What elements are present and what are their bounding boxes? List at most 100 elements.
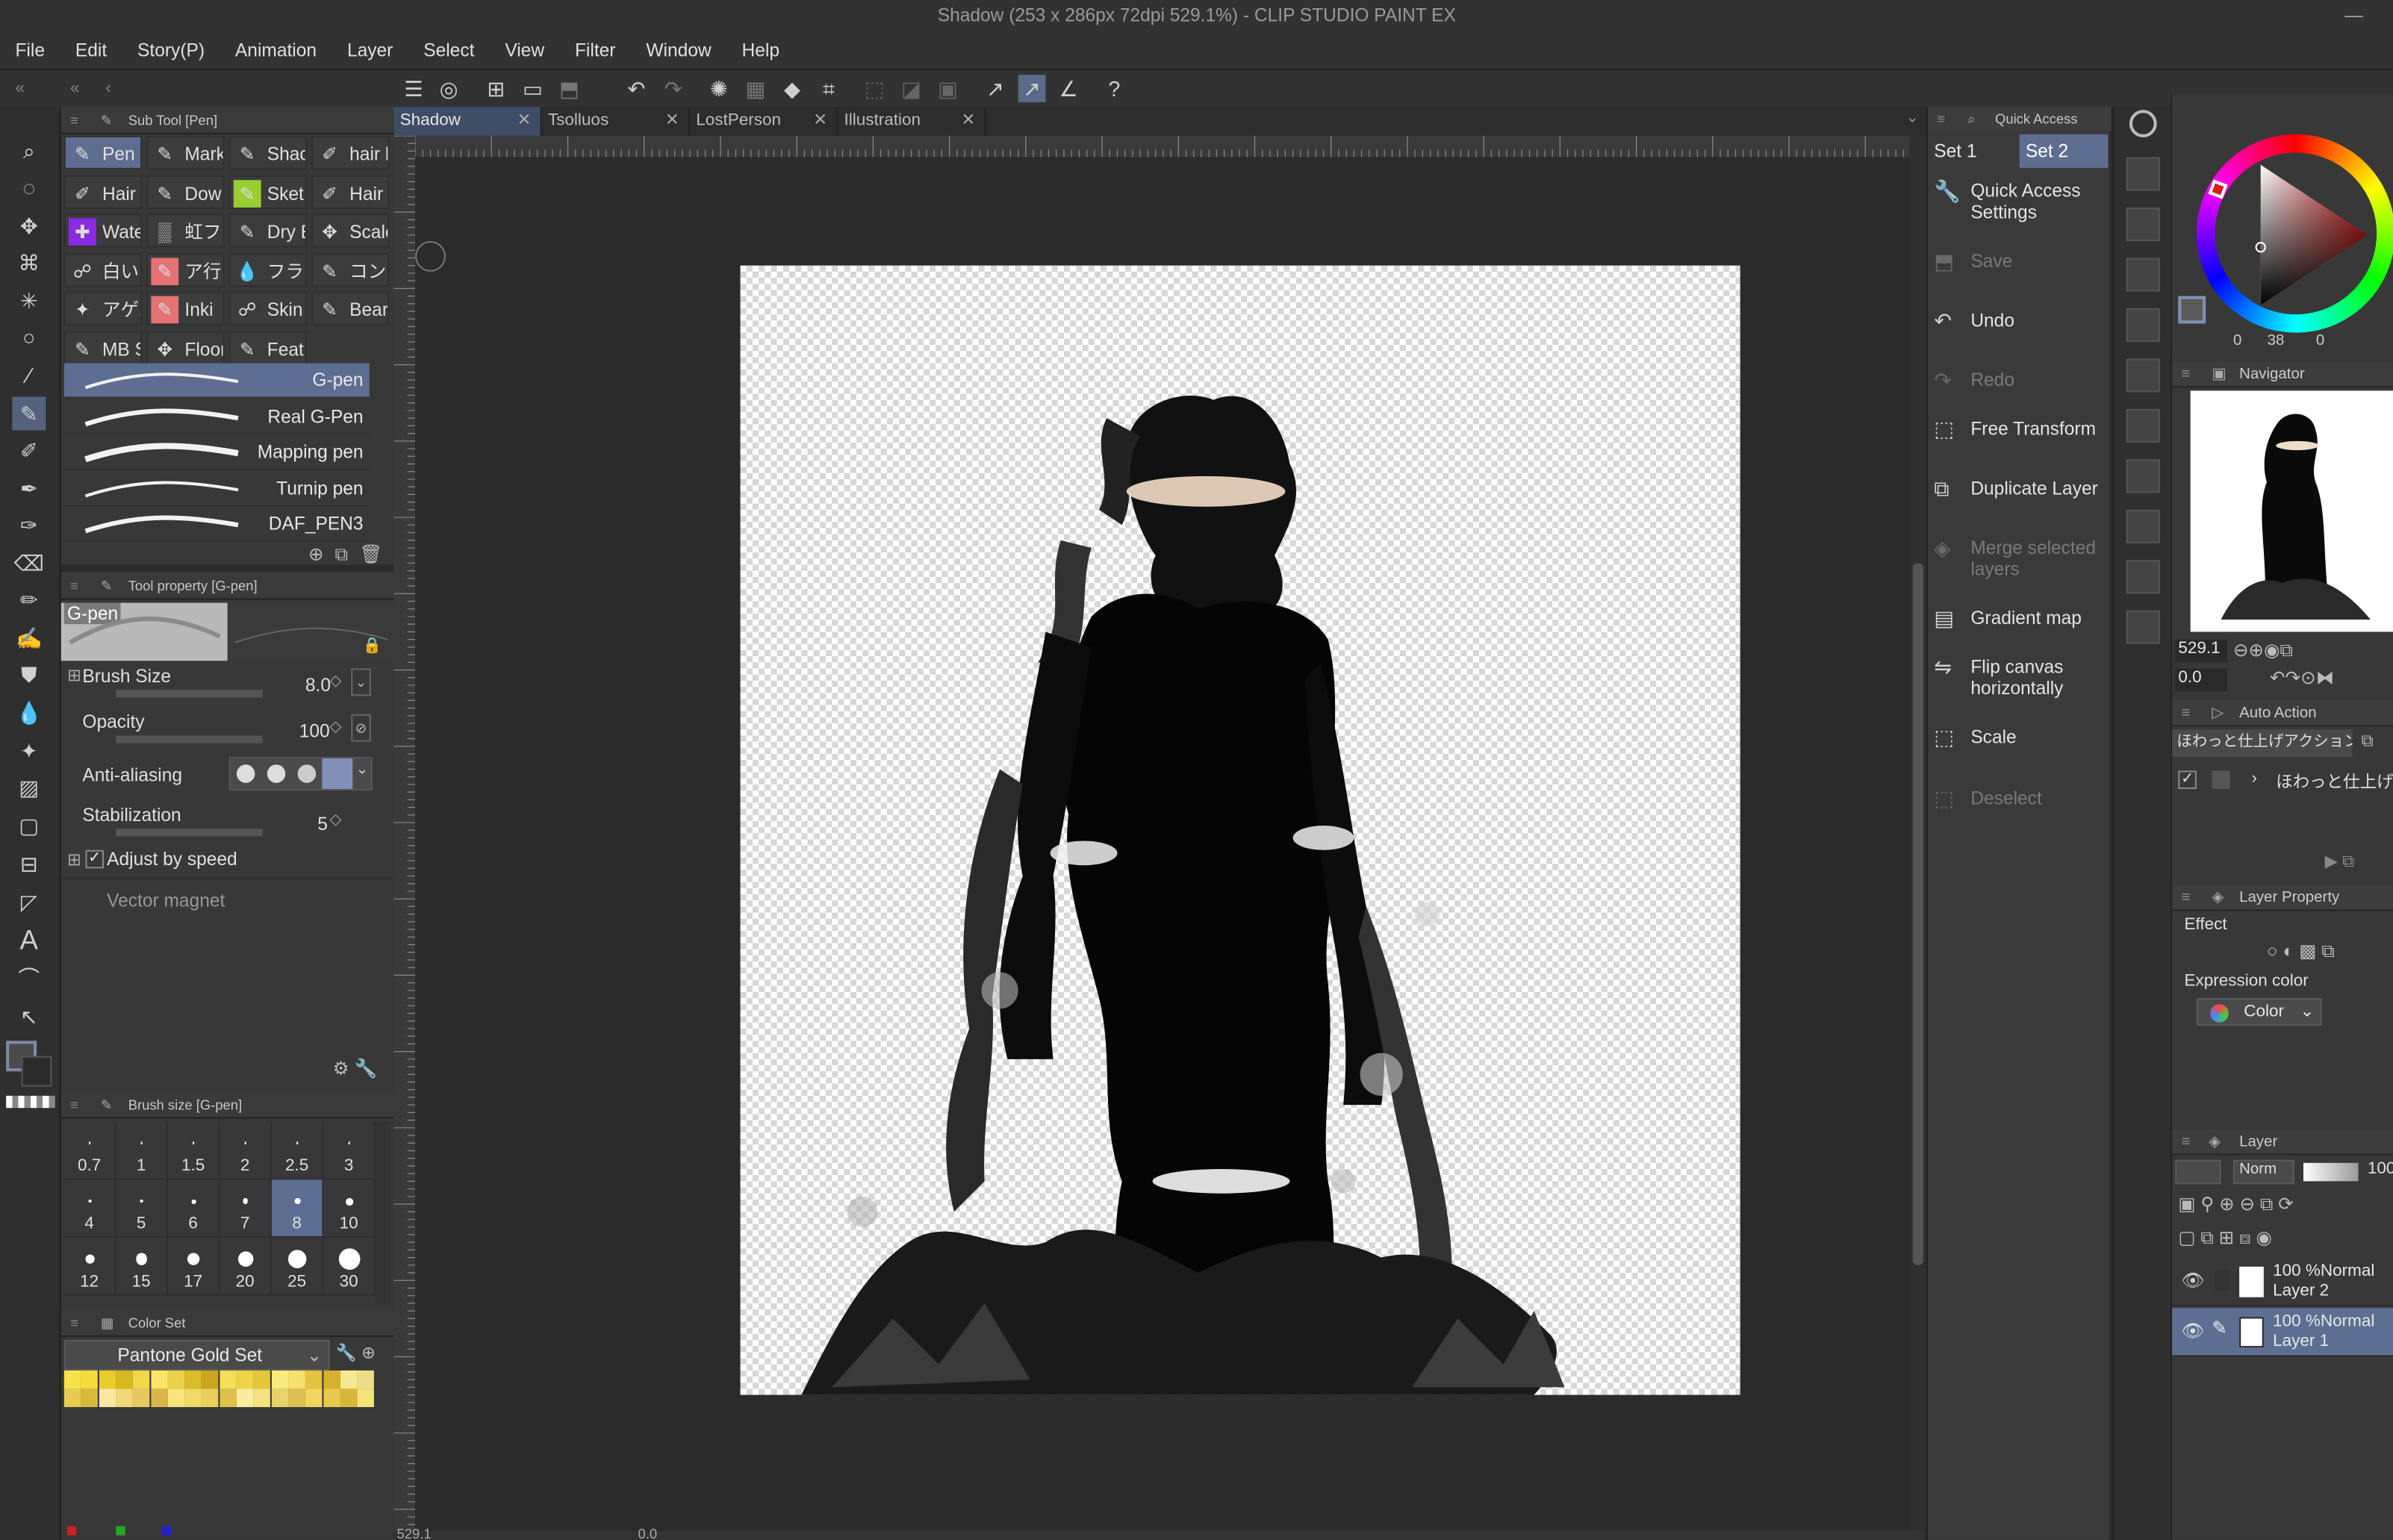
collapse-left-icon[interactable]: « <box>6 75 34 102</box>
quick-access-item[interactable]: ⬚ Free Transform <box>1934 418 2105 440</box>
brush-item[interactable]: Real G-Pen <box>63 399 370 434</box>
magic-wand-icon[interactable]: ✳ <box>12 284 46 317</box>
value-value[interactable]: 38 <box>2268 333 2285 349</box>
nav-rotation-field[interactable]: 0.0 <box>2175 668 2227 692</box>
color-swatch[interactable] <box>202 1388 220 1407</box>
collapse-icon[interactable]: « <box>61 75 89 102</box>
color-swatch[interactable] <box>184 1388 202 1407</box>
panel-menu-icon[interactable]: ≡ <box>2181 700 2190 726</box>
color-swatch[interactable] <box>253 1370 271 1389</box>
minimize-icon[interactable]: — <box>2344 0 2363 32</box>
color-set-tools-icon[interactable]: 🔧 ⊕ <box>336 1343 376 1363</box>
redo-icon[interactable]: ↷ <box>659 75 687 102</box>
color-swatch[interactable] <box>63 1370 81 1389</box>
quick-access-item[interactable]: ↶ Undo <box>1934 310 2105 331</box>
brush-item[interactable]: Turnip pen <box>63 471 370 506</box>
panel-menu-icon[interactable]: ≡ <box>1937 107 1945 131</box>
canvas-paper[interactable] <box>740 265 1740 1395</box>
sub-tool-group-9[interactable]: ✚ Wate <box>63 213 143 248</box>
layer-color-dropdown[interactable] <box>2175 1159 2221 1185</box>
close-icon[interactable]: ✕ <box>517 107 532 136</box>
color-swatch[interactable] <box>116 1388 133 1407</box>
play-action-icon[interactable]: ▶ ⧉ <box>2325 852 2355 873</box>
color-swatch[interactable] <box>133 1388 150 1407</box>
lasso-fill-icon[interactable]: ⌘ <box>12 246 46 279</box>
close-icon[interactable]: ✕ <box>813 107 827 136</box>
brush-size-cell[interactable]: 12 <box>63 1238 116 1296</box>
ruler-tool-icon[interactable]: ◸ <box>12 885 46 919</box>
status-angle[interactable]: 0.0 <box>638 1526 658 1540</box>
color-swatch[interactable] <box>202 1370 220 1389</box>
antialias-weak-icon[interactable] <box>267 764 286 783</box>
panel-toggle-icon[interactable] <box>2126 358 2160 393</box>
action-dialog-checkbox[interactable] <box>2212 770 2230 789</box>
color-swatch[interactable] <box>81 1388 99 1407</box>
quick-access-item[interactable]: ◈ Merge selected layers <box>1934 537 2105 580</box>
brush-size-cell[interactable]: 20 <box>220 1238 272 1296</box>
brush-item[interactable]: G-pen <box>63 363 370 399</box>
pen-stroke-icon[interactable]: ↗ <box>982 75 1009 102</box>
search-icon[interactable] <box>2129 110 2157 137</box>
auto-action-set-dropdown[interactable]: ほわっと仕上げアクション <box>2172 729 2353 758</box>
sub-tool-group-7[interactable]: ✎ Sket <box>228 175 307 209</box>
open-folder-icon[interactable]: ▭ <box>519 75 547 102</box>
sub-tool-group-2[interactable]: ✎ Mark <box>146 135 225 169</box>
tab-set-2[interactable]: Set 2 <box>2019 134 2109 168</box>
tab-set-1[interactable]: Set 1 <box>1928 134 2017 168</box>
panel-toggle-icon[interactable] <box>2126 408 2160 443</box>
color-swatch[interactable] <box>219 1388 237 1407</box>
brush-size-cell[interactable]: 8 <box>271 1179 324 1238</box>
sub-tool-group-3[interactable]: ✎ Shac <box>228 135 307 169</box>
brush-size-cell[interactable]: 7 <box>220 1179 272 1238</box>
menu-edit[interactable]: Edit <box>60 32 122 69</box>
chevron-down-icon[interactable]: ⌄ <box>355 761 368 778</box>
brush-size-cell[interactable]: 17 <box>167 1238 220 1296</box>
saturation-triangle[interactable] <box>2233 164 2386 317</box>
opacity-value[interactable]: 100 <box>299 720 330 742</box>
menu-file[interactable]: File <box>0 32 60 69</box>
panel-toggle-icon[interactable] <box>2126 509 2160 543</box>
tab-illustration[interactable]: Illustration ✕ <box>838 107 986 136</box>
blur-tool-icon[interactable]: 💧 <box>12 696 46 729</box>
fill-icon[interactable]: ◆ <box>779 75 806 102</box>
new-file-icon[interactable]: ⊞ <box>482 75 510 102</box>
sub-tool-group-1[interactable]: ✎ Pen <box>63 135 143 169</box>
sub-tool-group-8[interactable]: ✐ Hair <box>311 175 390 209</box>
opacity-option-icon[interactable]: ⊘ <box>351 714 371 742</box>
sub-tool-group-5[interactable]: ✐ Hair <box>63 175 143 209</box>
eraser-tool-icon[interactable]: ⌫ <box>12 546 46 580</box>
decoration-tool-icon[interactable]: ✏ <box>12 583 46 617</box>
antialias-medium-icon[interactable] <box>297 764 317 783</box>
sub-tool-group-22[interactable]: ✥ Floor <box>146 330 225 364</box>
layer-opacity-value[interactable]: 100 <box>2368 1160 2393 1179</box>
frame-tool-icon[interactable]: ⊟ <box>12 847 46 881</box>
sparkle-tool-icon[interactable]: ✦ <box>12 734 46 767</box>
pen-tool-icon[interactable]: ✎ <box>12 396 46 431</box>
eyedropper-icon[interactable]: ⁄ <box>12 358 46 392</box>
close-icon[interactable]: ✕ <box>962 107 976 136</box>
panel-menu-icon[interactable]: ≡ <box>70 1091 78 1119</box>
brush-size-cell[interactable]: 3 <box>323 1121 376 1180</box>
color-swatch[interactable] <box>271 1388 288 1407</box>
zoom-controls-icon[interactable]: ⊖⊕◉⧉ <box>2233 640 2293 663</box>
color-set-dropdown[interactable]: Pantone Gold Set ⌄ <box>63 1339 330 1371</box>
sub-tool-group-15[interactable]: 💧 フラッ <box>228 252 307 287</box>
color-swatch[interactable] <box>288 1370 305 1389</box>
sub-tool-group-12[interactable]: ✥ Scale <box>311 213 390 248</box>
text-tool-icon[interactable]: A <box>12 923 46 957</box>
brush-size-cell[interactable]: 4 <box>63 1179 116 1238</box>
pencil-tool-icon[interactable]: ✐ <box>12 434 46 467</box>
antialias-strong-icon[interactable] <box>322 758 353 789</box>
quick-access-item[interactable]: ↷ Redo <box>1934 370 2105 391</box>
color-swatch[interactable] <box>133 1370 150 1389</box>
color-swatch[interactable] <box>167 1388 184 1407</box>
sub-tool-group-11[interactable]: ✎ Dry E <box>228 213 307 248</box>
brush-size-cell[interactable]: 1.5 <box>167 1121 220 1180</box>
chevron-left-icon[interactable]: ‹ <box>95 75 122 102</box>
layer-toolbar-icons[interactable]: ▣ ⚲ ⊕ ⊖ ⧉ ⟳ <box>2178 1194 2293 1217</box>
sub-tool-group-13[interactable]: ☍ 白いゴ <box>63 252 143 287</box>
brush-size-cell[interactable]: 6 <box>167 1179 220 1238</box>
hue-value[interactable]: 0 <box>2233 333 2241 349</box>
stepper-icon[interactable]: ◇ <box>330 673 342 690</box>
expand-chevron-icon[interactable]: › <box>2251 769 2257 788</box>
